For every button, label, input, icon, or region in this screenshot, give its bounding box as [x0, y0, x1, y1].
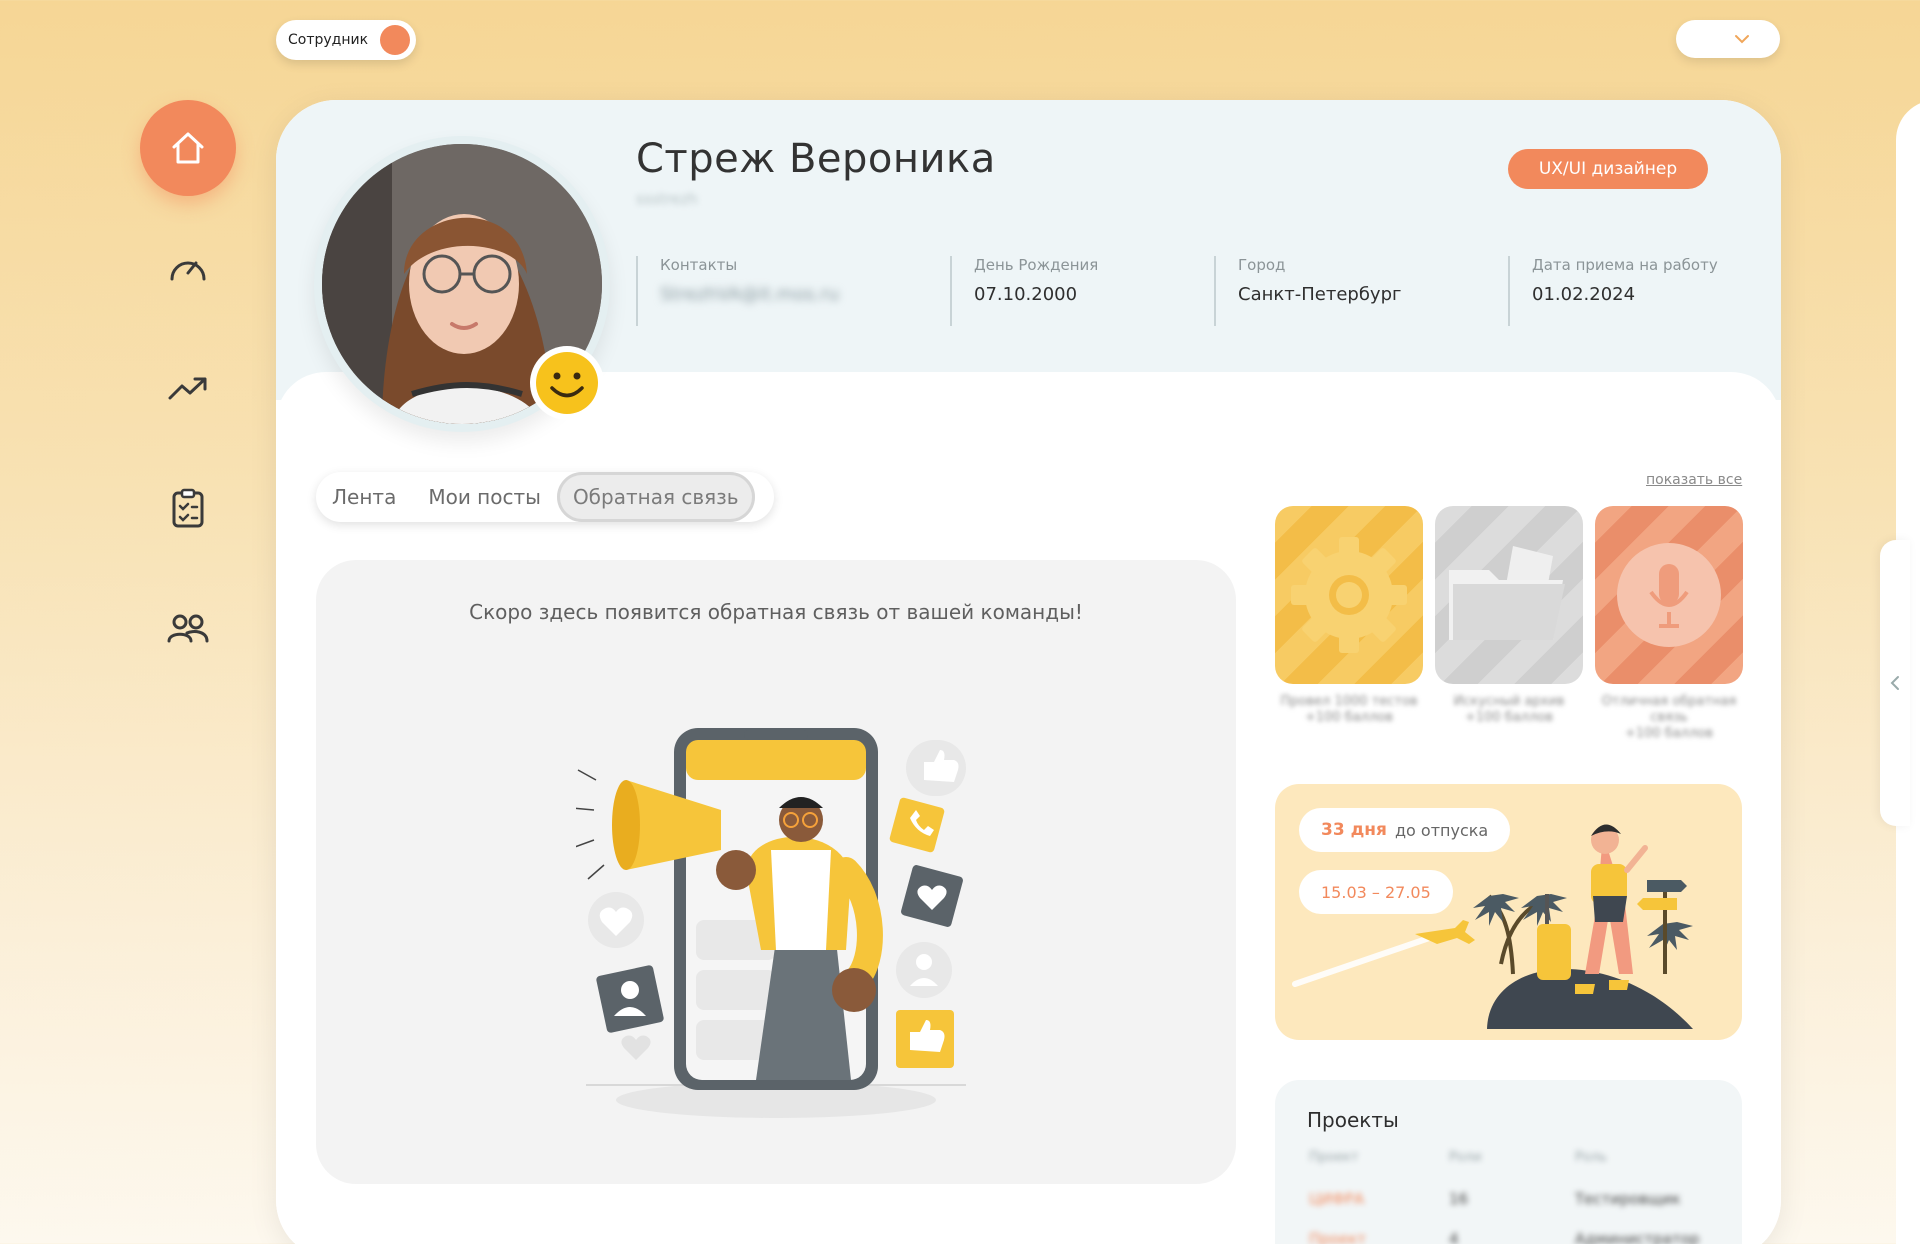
profile-login: ssstrezh: [636, 190, 698, 208]
projects-title: Проекты: [1307, 1108, 1399, 1132]
city-label: Город: [1238, 256, 1286, 274]
profile-card: Стреж Вероника ssstrezh UX/UI дизайнер К…: [276, 100, 1781, 1244]
project-row-name[interactable]: ЦИФРА: [1309, 1190, 1364, 1208]
profile-name: Стреж Вероника: [636, 136, 996, 182]
tab-feedback[interactable]: Обратная связь: [556, 472, 755, 522]
chevron-down-icon: [1735, 35, 1749, 44]
city-value: Санкт-Петербург: [1238, 284, 1402, 305]
feedback-empty-message: Скоро здесь появится обратная связь от в…: [469, 600, 1083, 624]
info-contacts: Контакты StrezhVA@it.mos.ru: [636, 256, 946, 326]
achievement-badge[interactable]: [1595, 506, 1743, 684]
project-row-count: 4: [1449, 1230, 1459, 1244]
feedback-panel: Скоро здесь появится обратная связь от в…: [316, 560, 1236, 1184]
trending-up-icon: [168, 377, 207, 400]
show-all-achievements-link[interactable]: показать все: [1646, 472, 1742, 488]
info-city: Город Санкт-Петербург: [1214, 256, 1504, 326]
tab-my-posts[interactable]: Мои посты: [412, 472, 557, 522]
profile-tabs: Лента Мои посты Обратная связь: [316, 472, 774, 522]
chevron-left-icon: [1890, 676, 1899, 690]
vacation-card: 33 дня до отпуска 15.03 – 27.05: [1275, 784, 1742, 1040]
contacts-value[interactable]: StrezhVA@it.mos.ru: [660, 284, 946, 305]
birthday-value: 07.10.2000: [974, 284, 1078, 305]
achievement-caption: Отличная обратная связь +100 баллов: [1601, 694, 1737, 741]
role-badge: UX/UI дизайнер: [1508, 149, 1708, 189]
smiley-icon: [536, 352, 598, 414]
mood-status[interactable]: [530, 346, 604, 420]
achievement-badge[interactable]: [1275, 506, 1423, 684]
microphone-icon: [1617, 543, 1721, 647]
user-menu-dropdown[interactable]: [1676, 20, 1780, 58]
projects-header-project: Проект: [1309, 1150, 1359, 1165]
hire-value: 01.02.2024: [1532, 284, 1636, 305]
projects-card: Проекты Проект Роли Роль ЦИФРА 16 Тестир…: [1275, 1080, 1742, 1244]
sidebar-item-dashboard[interactable]: [140, 220, 236, 316]
project-row-name[interactable]: Проект: [1309, 1230, 1366, 1244]
clipboard-checklist-icon: [172, 488, 204, 528]
info-hire-date: Дата приема на работу 01.02.2024: [1508, 256, 1758, 326]
achievement-caption: Провел 1000 тестов +100 баллов: [1280, 694, 1418, 725]
travel-illustration: [1292, 824, 1693, 1029]
role-toggle[interactable]: Сотрудник: [276, 20, 416, 60]
toggle-knob[interactable]: [380, 25, 410, 55]
megaphone-illustration: [576, 728, 966, 1118]
sidebar-item-team[interactable]: [140, 580, 236, 676]
info-birthday: День Рождения 07.10.2000: [950, 256, 1210, 326]
sidebar-item-home[interactable]: [140, 100, 236, 196]
folder-icon: [1449, 546, 1565, 640]
home-icon: [172, 132, 204, 164]
users-icon: [167, 614, 209, 643]
achievement-badge[interactable]: [1435, 506, 1583, 684]
projects-header-role: Роль: [1575, 1150, 1607, 1165]
birthday-label: День Рождения: [974, 256, 1099, 274]
contacts-label: Контакты: [660, 256, 738, 274]
sidebar-item-tasks[interactable]: [140, 460, 236, 556]
side-panel-toggle[interactable]: [1880, 540, 1910, 826]
tab-feed[interactable]: Лента: [316, 472, 412, 522]
achievement-caption: Искусный архив +100 баллов: [1453, 694, 1565, 725]
projects-header-count: Роли: [1449, 1150, 1482, 1165]
gear-icon: [1291, 537, 1407, 653]
project-row-role: Тестировщик: [1575, 1190, 1681, 1208]
hire-label: Дата приема на работу: [1532, 256, 1718, 274]
project-row-count: 16: [1449, 1190, 1469, 1208]
speedometer-icon: [170, 261, 206, 281]
sidebar-item-analytics[interactable]: [140, 340, 236, 436]
role-toggle-label: Сотрудник: [288, 32, 369, 48]
project-row-role: Администратор: [1575, 1230, 1700, 1244]
